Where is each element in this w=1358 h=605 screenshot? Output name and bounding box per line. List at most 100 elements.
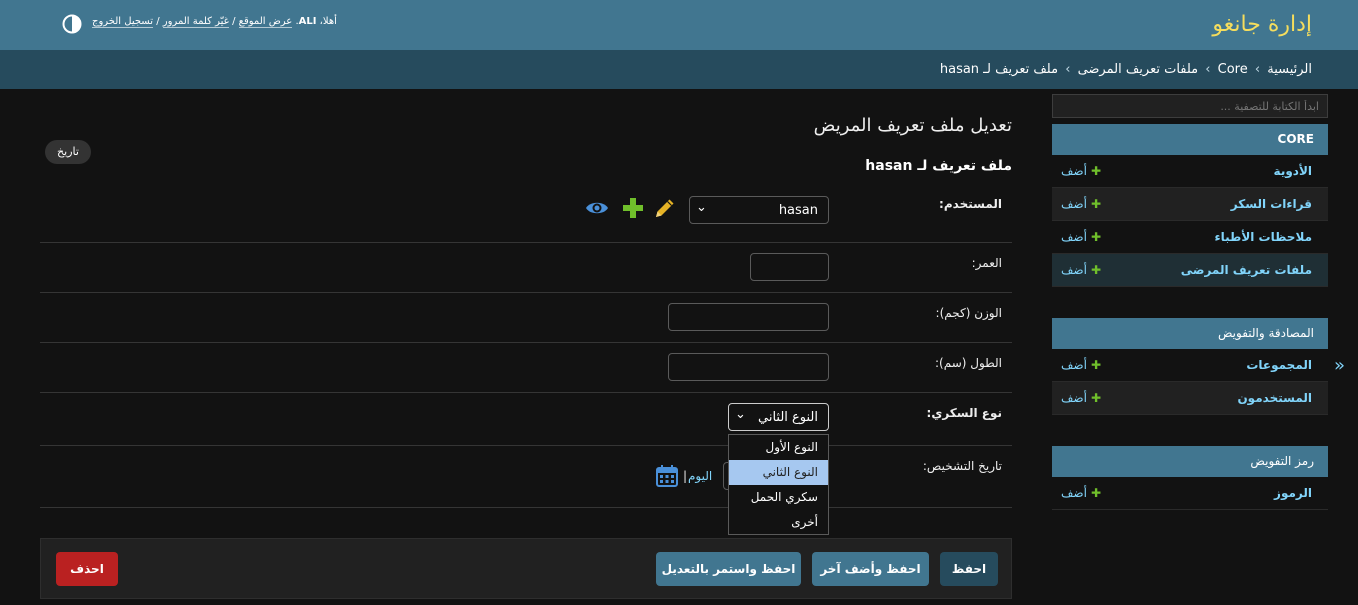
add-label: أضف	[1061, 230, 1087, 244]
age-field[interactable]	[750, 253, 829, 281]
option-type-2[interactable]: النوع الثاني	[729, 460, 828, 485]
module-authtoken: رمز التفويض الرموز ✚أضف	[1052, 446, 1328, 510]
add-label: أضف	[1061, 358, 1087, 372]
form-row-user: المستخدم: hasan ⌄	[40, 186, 1012, 243]
model-link[interactable]: ملفات تعريف المرضى	[1181, 263, 1312, 277]
add-link[interactable]: ✚أضف	[1061, 486, 1101, 500]
add-link[interactable]: ✚أضف	[1061, 358, 1101, 372]
model-link[interactable]: المجموعات	[1246, 358, 1312, 372]
module-auth: المصادقة والتفويض المجموعات ✚أضف المستخد…	[1052, 318, 1328, 415]
height-label: الطول (سم):	[934, 356, 1002, 370]
page-title: تعديل ملف تعريف المريض	[813, 115, 1012, 136]
add-label: أضف	[1061, 197, 1087, 211]
breadcrumb-home[interactable]: الرئيسية	[1267, 62, 1312, 77]
delete-button[interactable]: احذف	[56, 552, 118, 586]
breadcrumb: الرئيسية › Core › ملفات تعريف المرضى › م…	[0, 50, 1358, 89]
module-core: CORE الأدوية ✚أضف قراءات السكر ✚أضف ملاح…	[1052, 124, 1328, 287]
logout-link[interactable]: تسجيل الخروج	[92, 16, 154, 28]
sidebar-item-sugar-readings: قراءات السكر ✚أضف	[1052, 188, 1328, 221]
welcome-text: أهلا،	[319, 16, 337, 27]
diabetes-type-select[interactable]: النوع الثاني ⌄	[728, 403, 829, 431]
sidebar-item-patient-profiles: ملفات تعريف المرضى ✚أضف	[1052, 254, 1328, 287]
user-tools-separator: /	[156, 16, 160, 27]
diagnosis-date-label: تاريخ التشخيص:	[922, 459, 1002, 473]
plus-icon: ✚	[1090, 164, 1102, 178]
change-password-link[interactable]: غيّر كلمة المرور	[162, 16, 229, 28]
module-caption[interactable]: المصادقة والتفويض	[1052, 318, 1328, 349]
add-link[interactable]: ✚أضف	[1061, 197, 1101, 211]
user-tools-separator: /	[232, 16, 236, 27]
user-select[interactable]: hasan ⌄	[689, 196, 829, 224]
model-link[interactable]: الأدوية	[1274, 164, 1312, 178]
model-link[interactable]: المستخدمون	[1237, 391, 1312, 405]
history-button[interactable]: تاريخ	[45, 140, 91, 164]
plus-icon[interactable]	[621, 196, 645, 220]
eye-icon[interactable]	[585, 196, 609, 220]
pencil-icon[interactable]	[653, 196, 677, 220]
header: إدارة جانغو أهلا، ALI. عرض الموقع / غيّر…	[0, 0, 1358, 50]
weight-field[interactable]	[668, 303, 829, 331]
sidebar: CORE الأدوية ✚أضف قراءات السكر ✚أضف ملاح…	[1052, 94, 1328, 510]
chevron-down-icon: ⌄	[696, 200, 707, 215]
add-link[interactable]: ✚أضف	[1061, 263, 1101, 277]
sidebar-item-doctor-notes: ملاحظات الأطباء ✚أضف	[1052, 221, 1328, 254]
model-link[interactable]: الرموز	[1274, 486, 1312, 500]
form-row-height: الطول (سم):	[40, 343, 1012, 393]
module-caption[interactable]: CORE	[1052, 124, 1328, 155]
model-link[interactable]: ملاحظات الأطباء	[1214, 230, 1312, 244]
diabetes-type-label: نوع السكري:	[926, 406, 1002, 420]
add-link[interactable]: ✚أضف	[1061, 230, 1101, 244]
breadcrumb-model[interactable]: ملفات تعريف المرضى	[1078, 62, 1199, 77]
breadcrumb-separator: ›	[1065, 62, 1071, 77]
sidebar-item-users: المستخدمون ✚أضف	[1052, 382, 1328, 415]
user-label: المستخدم:	[939, 197, 1002, 211]
sidebar-filter-input[interactable]	[1052, 94, 1328, 118]
add-label: أضف	[1061, 164, 1087, 178]
user-tools: أهلا، ALI. عرض الموقع / غيّر كلمة المرور…	[92, 16, 337, 28]
theme-toggle-icon[interactable]	[62, 14, 82, 34]
related-widget-icons	[585, 196, 675, 220]
add-label: أضف	[1061, 391, 1087, 405]
today-link[interactable]: اليوم	[688, 469, 712, 483]
age-label: العمر:	[971, 256, 1002, 270]
height-field[interactable]	[668, 353, 829, 381]
breadcrumb-separator: ›	[1205, 62, 1211, 77]
save-add-another-button[interactable]: احفظ وأضف آخر	[812, 552, 929, 586]
add-link[interactable]: ✚أضف	[1061, 164, 1101, 178]
sidebar-collapse-icon[interactable]: «	[1334, 355, 1345, 376]
save-continue-button[interactable]: احفظ واستمر بالتعديل	[656, 552, 801, 586]
add-link[interactable]: ✚أضف	[1061, 391, 1101, 405]
weight-label: الوزن (كجم):	[935, 306, 1002, 320]
option-type-1[interactable]: النوع الأول	[729, 435, 828, 460]
form-row-diabetes-type: نوع السكري: النوع الثاني ⌄	[40, 393, 1012, 446]
sidebar-item-medications: الأدوية ✚أضف	[1052, 155, 1328, 188]
module-caption[interactable]: رمز التفويض	[1052, 446, 1328, 477]
option-gestational[interactable]: سكري الحمل	[729, 485, 828, 510]
plus-icon: ✚	[1090, 263, 1102, 277]
form-row-weight: الوزن (كجم):	[40, 293, 1012, 343]
view-site-link[interactable]: عرض الموقع	[238, 16, 293, 28]
breadcrumb-separator: ›	[1254, 62, 1261, 77]
form-row-diagnosis-date: تاريخ التشخيص:	[40, 446, 1012, 508]
calendar-icon[interactable]	[655, 464, 679, 488]
user-select-value: hasan	[778, 203, 818, 218]
sidebar-item-tokens: الرموز ✚أضف	[1052, 477, 1328, 510]
username: ALI	[298, 16, 317, 27]
breadcrumb-current: ملف تعريف لـ hasan	[939, 62, 1059, 77]
save-button[interactable]: احفظ	[940, 552, 998, 586]
add-label: أضف	[1061, 263, 1087, 277]
site-branding[interactable]: إدارة جانغو	[1212, 12, 1312, 37]
model-link[interactable]: قراءات السكر	[1231, 197, 1312, 211]
breadcrumb-app[interactable]: Core	[1218, 62, 1248, 77]
form-row-age: العمر:	[40, 243, 1012, 293]
sidebar-item-groups: المجموعات ✚أضف	[1052, 349, 1328, 382]
plus-icon: ✚	[1090, 197, 1102, 211]
diabetes-type-value: النوع الثاني	[757, 410, 818, 425]
plus-icon: ✚	[1090, 358, 1102, 372]
plus-icon: ✚	[1090, 391, 1102, 405]
fieldset-title: ملف تعريف لـ hasan	[865, 158, 1012, 174]
add-label: أضف	[1061, 486, 1087, 500]
chevron-down-icon: ⌄	[735, 407, 746, 422]
plus-icon: ✚	[1090, 486, 1102, 500]
option-other[interactable]: أخرى	[729, 510, 828, 535]
